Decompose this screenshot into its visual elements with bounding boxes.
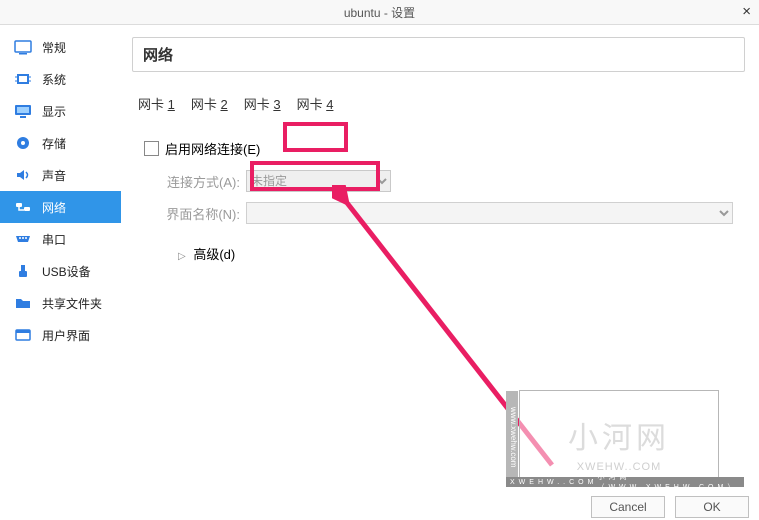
enable-network-checkbox[interactable] — [144, 141, 159, 156]
sidebar-item-label: 网络 — [42, 199, 66, 216]
attach-row: 连接方式(A): 未指定 — [132, 170, 745, 192]
tab-adapter-2[interactable]: 网卡 2 — [191, 94, 228, 113]
sidebar-item-label: 声音 — [42, 167, 66, 184]
sidebar-item-shared-folders[interactable]: 共享文件夹 — [0, 287, 121, 319]
sidebar-item-label: 系统 — [42, 71, 66, 88]
sidebar-item-label: 显示 — [42, 103, 66, 120]
sidebar-item-network[interactable]: 网络 — [0, 191, 121, 223]
panel-title: 网络 — [132, 37, 745, 72]
speaker-icon — [14, 167, 32, 183]
ok-button[interactable]: OK — [675, 496, 749, 518]
cancel-button[interactable]: Cancel — [591, 496, 665, 518]
serial-port-icon — [14, 231, 32, 247]
iface-row: 界面名称(N): — [132, 202, 745, 224]
tab-adapter-3[interactable]: 网卡 3 — [244, 94, 281, 113]
iface-label: 界面名称(N): — [162, 204, 240, 223]
tab-adapter-1[interactable]: 网卡 1 — [138, 94, 175, 113]
enable-network-label: 启用网络连接(E) — [165, 139, 260, 158]
watermark-side: www.xwehw.com — [506, 391, 518, 479]
sidebar-item-label: 用户界面 — [42, 327, 90, 344]
adapter-tabs: 网卡 1 网卡 2 网卡 3 网卡 4 — [132, 94, 745, 113]
sidebar-item-label: 存储 — [42, 135, 66, 152]
advanced-toggle[interactable]: ▷ 高级(d) — [178, 244, 745, 263]
watermark-strip: XWEHW..COM 小河网（WWW.XWEHW.COM） — [506, 477, 744, 487]
sidebar-item-system[interactable]: 系统 — [0, 63, 121, 95]
network-icon — [14, 199, 32, 215]
sidebar-item-label: USB设备 — [42, 263, 91, 280]
settings-sidebar: 常规 系统 显示 存储 声音 网络 串口 USB设备 — [0, 25, 122, 520]
iface-select[interactable] — [246, 202, 733, 224]
sidebar-item-storage[interactable]: 存储 — [0, 127, 121, 159]
display-icon — [14, 103, 32, 119]
window-title: ubuntu - 设置 — [344, 4, 415, 21]
usb-icon — [14, 263, 32, 279]
sidebar-item-audio[interactable]: 声音 — [0, 159, 121, 191]
ui-icon — [14, 327, 32, 343]
general-icon — [14, 39, 32, 55]
dialog-footer: Cancel OK — [591, 496, 749, 518]
content-panel: 网络 网卡 1 网卡 2 网卡 3 网卡 4 启用网络连接(E) 连接方式(A)… — [122, 25, 759, 520]
window-titlebar: ubuntu - 设置 × — [0, 0, 759, 25]
watermark: www.xwehw.com 小河网 XWEHW..COM XWEHW..COM … — [519, 390, 719, 480]
sidebar-item-serial[interactable]: 串口 — [0, 223, 121, 255]
chevron-right-icon: ▷ — [178, 251, 186, 262]
chip-icon — [14, 71, 32, 87]
tab-adapter-4[interactable]: 网卡 4 — [297, 94, 334, 113]
folder-icon — [14, 295, 32, 311]
sidebar-item-label: 共享文件夹 — [42, 295, 102, 312]
advanced-label: 高级(d) — [193, 247, 235, 262]
sidebar-item-display[interactable]: 显示 — [0, 95, 121, 127]
disk-icon — [14, 135, 32, 151]
sidebar-item-label: 串口 — [42, 231, 66, 248]
attach-label: 连接方式(A): — [162, 172, 240, 191]
enable-network-row: 启用网络连接(E) — [132, 139, 745, 158]
sidebar-item-general[interactable]: 常规 — [0, 31, 121, 63]
sidebar-item-label: 常规 — [42, 39, 66, 56]
attach-select[interactable]: 未指定 — [246, 170, 391, 192]
close-icon[interactable]: × — [742, 3, 751, 20]
sidebar-item-usb[interactable]: USB设备 — [0, 255, 121, 287]
sidebar-item-user-interface[interactable]: 用户界面 — [0, 319, 121, 351]
watermark-text: 小河网 — [568, 413, 670, 457]
